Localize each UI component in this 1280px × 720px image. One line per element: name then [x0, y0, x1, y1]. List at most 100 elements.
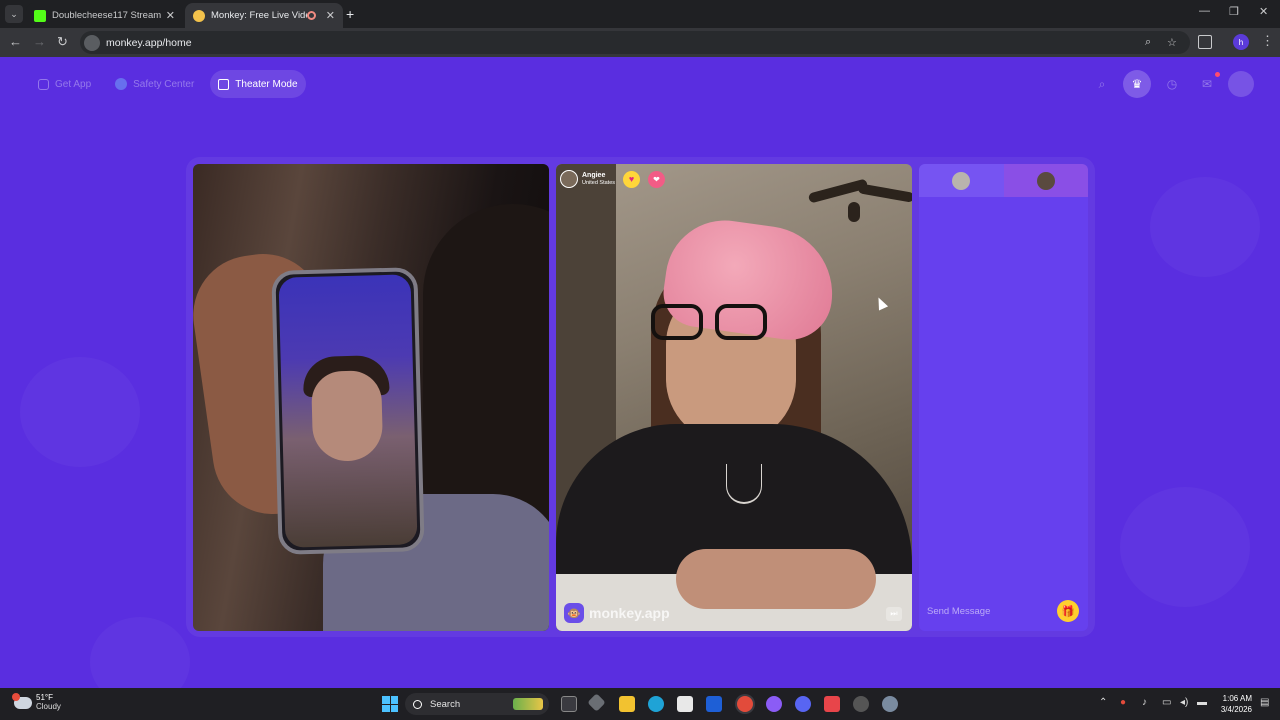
- network-icon[interactable]: ▭: [1162, 697, 1171, 708]
- shield-icon: [115, 78, 128, 90]
- kick-favicon-icon: [34, 9, 46, 22]
- theater-mode-label: Theater Mode: [235, 78, 298, 90]
- held-phone: [271, 267, 425, 555]
- search-icon[interactable]: ⌕: [1091, 73, 1113, 95]
- notification-dot: [1215, 72, 1220, 77]
- remote-user-avatar[interactable]: [560, 170, 578, 188]
- partner-avatar: [1036, 171, 1055, 190]
- app-icon[interactable]: [766, 696, 782, 712]
- tab-search-button[interactable]: ⌄: [5, 5, 23, 23]
- arm: [676, 549, 876, 609]
- tab-stream[interactable]: Doublecheese117 Stream - Wa ✕: [26, 3, 183, 28]
- heart-icon[interactable]: ♥: [623, 170, 641, 188]
- monkey-watermark: 🐵 monkey.app: [564, 603, 670, 623]
- file-explorer-icon[interactable]: [619, 696, 635, 712]
- taskbar-clock[interactable]: 1:06 AM 3/4/2026: [1214, 693, 1252, 715]
- forward-icon[interactable]: →: [33, 34, 46, 49]
- weather-temp: 51°F: [36, 693, 53, 702]
- gift-badge-icon[interactable]: ❤: [648, 170, 666, 188]
- address-bar[interactable]: monkey.app/home ⌕ ☆: [80, 31, 1190, 54]
- tab-monkey[interactable]: Monkey: Free Live Video Ch ✕: [185, 3, 343, 28]
- windows-taskbar: 51°F Cloudy Search ⌃ ● ♪ ▭ ◂) ▬ 1:06 AM …: [0, 688, 1280, 720]
- bookmark-star-icon[interactable]: ☆: [1167, 36, 1177, 49]
- phone-screen: [278, 274, 418, 548]
- site-info-icon[interactable]: [84, 34, 100, 51]
- zoom-icon[interactable]: ⌕: [1145, 36, 1151, 49]
- tab-title: Doublecheese117 Stream - Wa: [52, 10, 162, 21]
- top-nav: Get App Safety Center Theater Mode: [30, 70, 306, 98]
- search-icon: [413, 699, 422, 709]
- close-icon[interactable]: ✕: [166, 9, 175, 22]
- history-icon[interactable]: ◷: [1161, 73, 1183, 95]
- notifications-icon[interactable]: ▤: [1260, 697, 1269, 708]
- safety-center-button[interactable]: Safety Center: [107, 70, 202, 98]
- theater-mode-button[interactable]: Theater Mode: [210, 70, 306, 98]
- chevron-up-icon[interactable]: ⌃: [1099, 697, 1107, 708]
- weather-condition: Cloudy: [36, 702, 61, 711]
- browser-tabstrip: ⌄ Doublecheese117 Stream - Wa ✕ Monkey: …: [0, 0, 1280, 28]
- cloud-icon: [12, 692, 32, 709]
- battery-icon[interactable]: ▬: [1197, 697, 1207, 708]
- app-icon[interactable]: [824, 696, 840, 712]
- self-avatar: [952, 171, 971, 190]
- url-text: monkey.app/home: [106, 36, 192, 49]
- bg-decoration: [20, 357, 140, 467]
- get-app-button[interactable]: Get App: [30, 70, 99, 98]
- chat-tab-partner[interactable]: [1003, 164, 1088, 197]
- message-input[interactable]: Send Message: [927, 606, 1057, 617]
- crown-icon[interactable]: ♛: [1123, 70, 1151, 98]
- volume-icon[interactable]: ◂): [1180, 697, 1188, 708]
- remote-user-info[interactable]: Angiee United States ♥ ❤: [560, 168, 666, 190]
- restore-button[interactable]: ❐: [1229, 5, 1239, 18]
- close-icon[interactable]: ✕: [326, 9, 335, 22]
- local-video: [193, 164, 549, 631]
- weather-widget[interactable]: 51°F Cloudy: [12, 692, 61, 712]
- watermark-text: monkey.app: [589, 605, 670, 621]
- settings-icon[interactable]: [882, 696, 898, 712]
- gift-icon[interactable]: 🎁: [1057, 600, 1079, 622]
- messages-icon[interactable]: ✉: [1196, 73, 1218, 95]
- extensions-icon[interactable]: [1198, 35, 1212, 49]
- message-bar: Send Message 🎁: [919, 597, 1088, 625]
- recording-icon: [306, 11, 316, 20]
- remote-user-country: United States: [582, 179, 616, 186]
- monkey-logo-icon: 🐵: [564, 603, 584, 623]
- window-close-button[interactable]: ✕: [1259, 5, 1268, 18]
- browser-toolbar: ← → ↻ monkey.app/home ⌕ ☆ h ⋮: [0, 28, 1280, 57]
- minimize-button[interactable]: —: [1199, 5, 1210, 17]
- clock-time: 1:06 AM: [1222, 694, 1252, 703]
- chat-tab-self[interactable]: [919, 164, 1004, 197]
- app-icon[interactable]: [706, 696, 722, 712]
- search-label: Search: [430, 698, 461, 710]
- next-icon[interactable]: ⏭: [886, 607, 902, 621]
- glasses: [651, 304, 791, 340]
- search-highlight-icon: [513, 698, 543, 710]
- app-icon[interactable]: [853, 696, 869, 712]
- monkey-page: Get App Safety Center Theater Mode ⌕ ♛ ◷…: [0, 57, 1280, 688]
- tab-title: Monkey: Free Live Video Ch: [211, 10, 307, 21]
- back-icon[interactable]: ←: [9, 34, 22, 49]
- user-avatar[interactable]: [1228, 71, 1254, 97]
- safety-center-label: Safety Center: [133, 78, 195, 90]
- reload-icon[interactable]: ↻: [57, 34, 68, 50]
- task-view-icon[interactable]: [561, 696, 577, 712]
- chrome-icon[interactable]: [737, 696, 753, 712]
- remote-user-name: Angiee: [582, 171, 606, 179]
- ceiling-fan: [807, 166, 912, 226]
- browser-menu-icon[interactable]: ⋮: [1261, 33, 1274, 49]
- new-tab-button[interactable]: +: [346, 6, 354, 22]
- taskbar-search[interactable]: Search: [405, 693, 549, 715]
- app-icon[interactable]: [587, 693, 606, 712]
- microphone-icon[interactable]: ♪: [1142, 697, 1147, 708]
- store-icon[interactable]: [677, 696, 693, 712]
- windows-start-icon[interactable]: [382, 696, 398, 712]
- phone-icon: [38, 78, 49, 90]
- edge-icon[interactable]: [648, 696, 664, 712]
- expand-icon: [218, 78, 230, 90]
- discord-icon[interactable]: [795, 696, 811, 712]
- profile-avatar[interactable]: h: [1233, 34, 1249, 50]
- tray-app-icon[interactable]: ●: [1120, 697, 1126, 708]
- chat-panel: Send Message 🎁: [919, 164, 1088, 631]
- bg-decoration: [1150, 177, 1260, 277]
- bg-decoration: [90, 617, 190, 688]
